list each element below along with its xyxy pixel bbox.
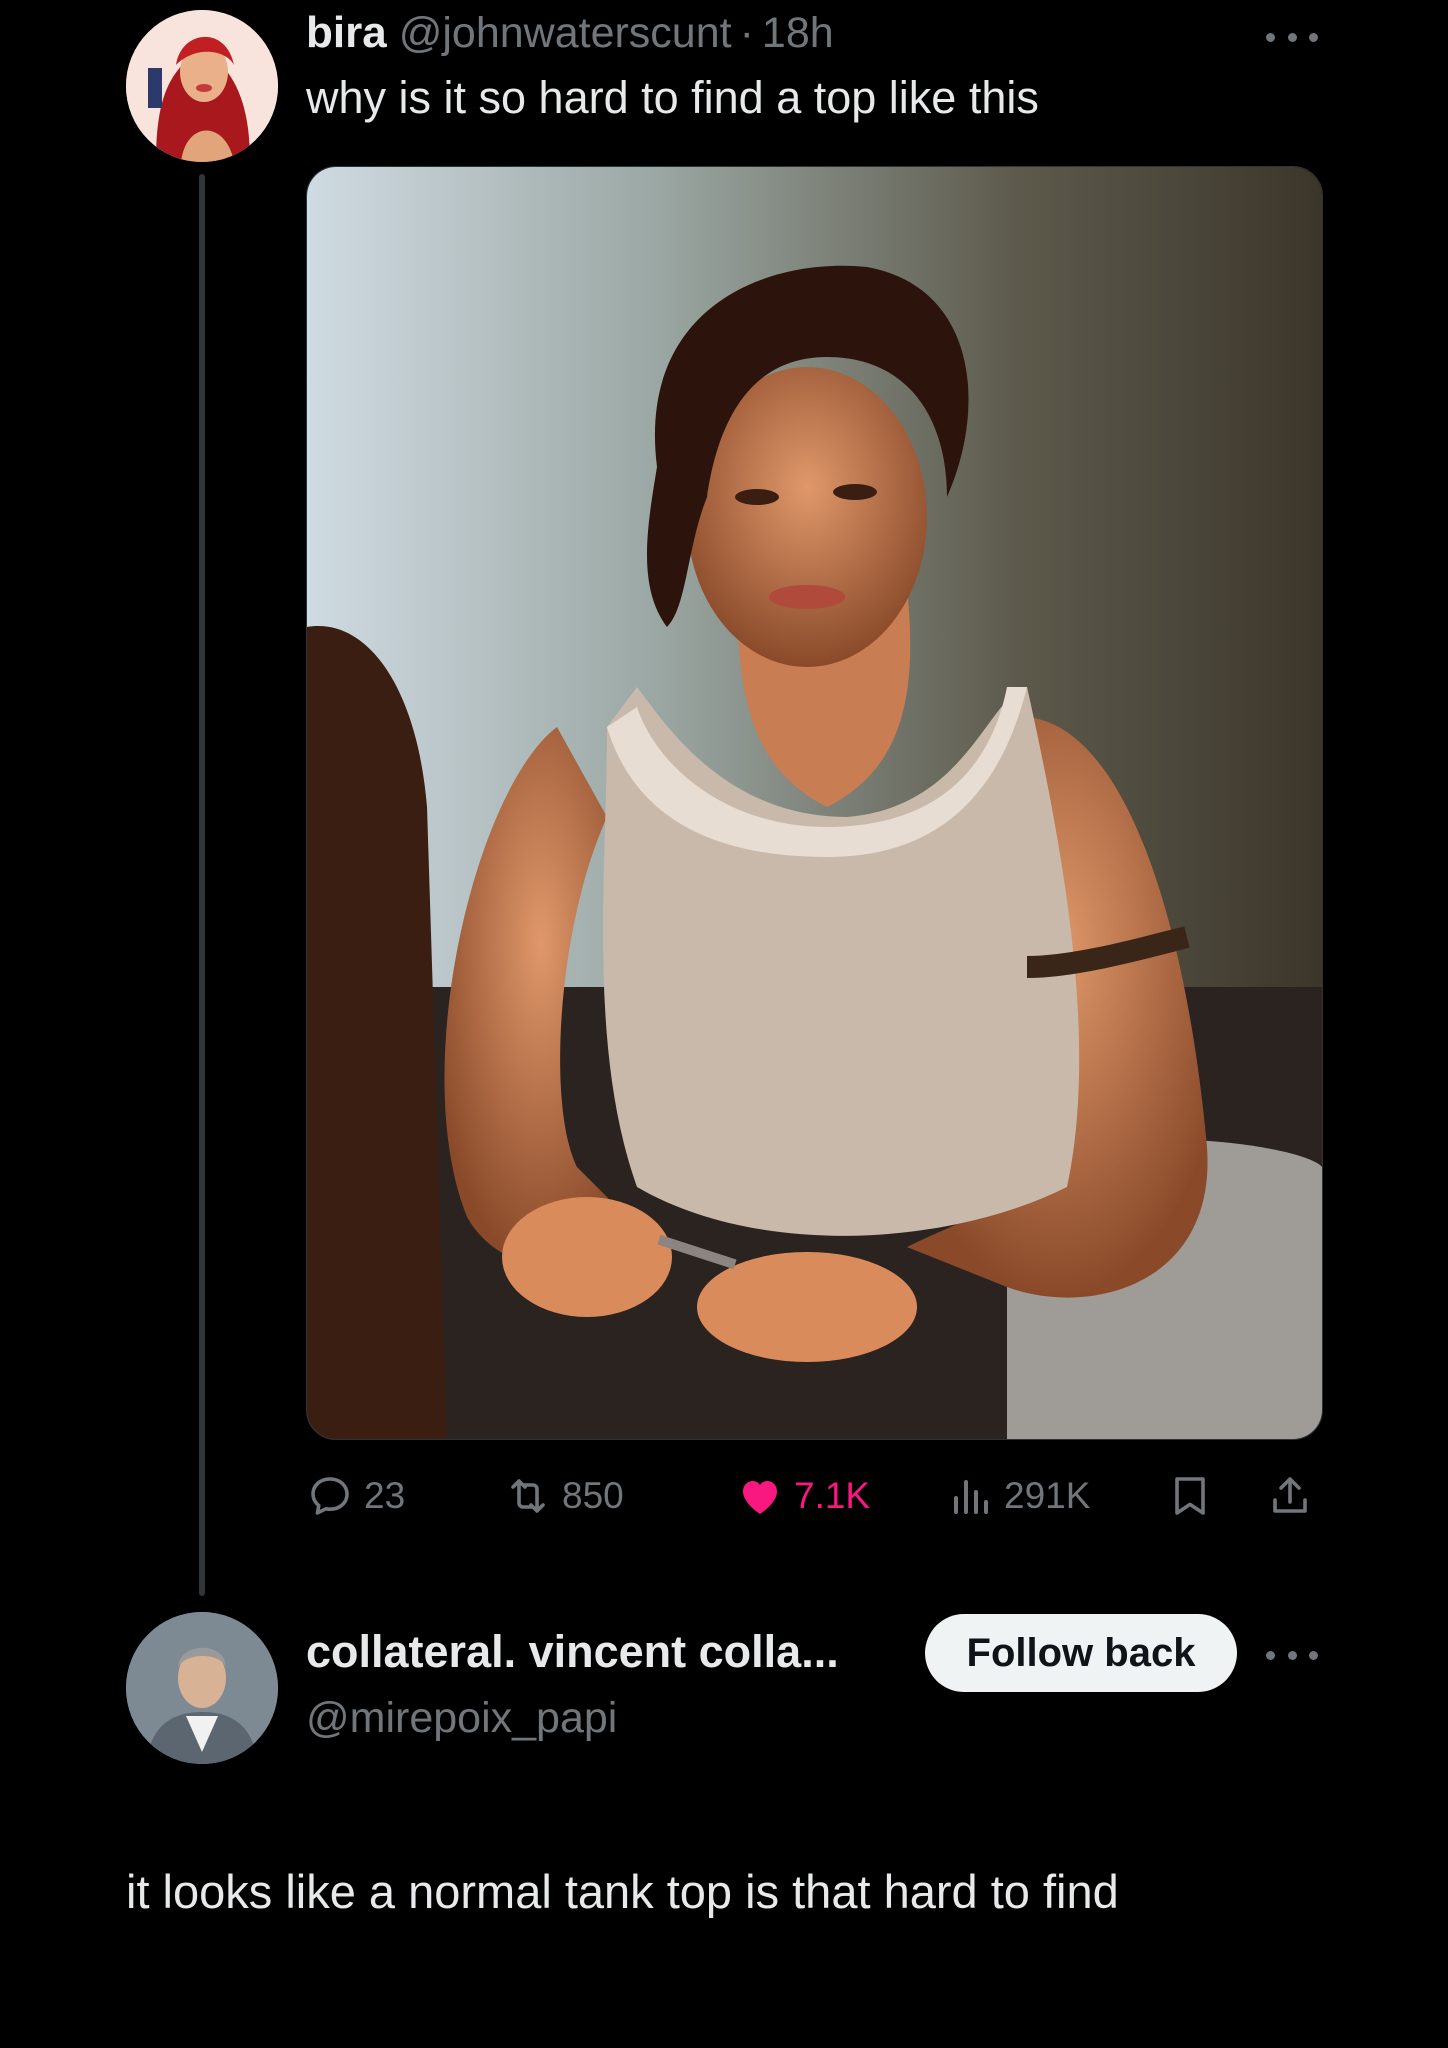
like-button[interactable]: 7.1K: [736, 1466, 870, 1526]
author-handle[interactable]: @johnwaterscunt: [399, 9, 732, 58]
avatar[interactable]: [126, 1612, 278, 1764]
author-name[interactable]: bira: [306, 8, 387, 58]
more-options-icon[interactable]: [1266, 30, 1318, 44]
avatar-image: [126, 10, 278, 162]
separator-dot: ·: [739, 8, 754, 57]
share-icon: [1273, 1477, 1307, 1513]
tweet-text: why is it so hard to find a top like thi…: [306, 72, 1039, 123]
tweet-photo[interactable]: [306, 166, 1323, 1440]
avatar-image: [126, 1612, 278, 1764]
reply-author-handle[interactable]: @mirepoix_papi: [306, 1694, 617, 1743]
repost-icon: [511, 1479, 545, 1513]
reply-author-name[interactable]: collateral. vincent colla...: [306, 1626, 839, 1678]
avatar[interactable]: [126, 10, 278, 162]
bookmark-button[interactable]: [1166, 1466, 1214, 1526]
follow-back-button[interactable]: Follow back: [925, 1614, 1237, 1692]
thread-connector-line: [199, 174, 205, 1596]
view-count: 291K: [1004, 1475, 1091, 1516]
reply-button[interactable]: 23: [306, 1466, 405, 1526]
tweet-action-bar: 23 850 7.1K 291K: [306, 1466, 1321, 1526]
like-count: 7.1K: [794, 1475, 871, 1516]
bookmark-icon: [1175, 1477, 1205, 1515]
photo-image: [307, 167, 1322, 1439]
repost-count: 850: [562, 1475, 624, 1516]
views-button[interactable]: 291K: [946, 1466, 1090, 1526]
heart-icon: [743, 1481, 777, 1514]
tweet-timestamp[interactable]: 18h: [762, 9, 834, 58]
views-icon: [954, 1480, 988, 1514]
reply-icon: [311, 1477, 349, 1515]
tweet-header: bira @johnwaterscunt · 18h: [306, 0, 834, 66]
more-options-icon[interactable]: [1266, 1648, 1318, 1662]
repost-button[interactable]: 850: [504, 1466, 624, 1526]
reply-text: it looks like a normal tank top is that …: [126, 1865, 1119, 1918]
reply-count: 23: [364, 1475, 406, 1516]
share-button[interactable]: [1266, 1466, 1314, 1526]
